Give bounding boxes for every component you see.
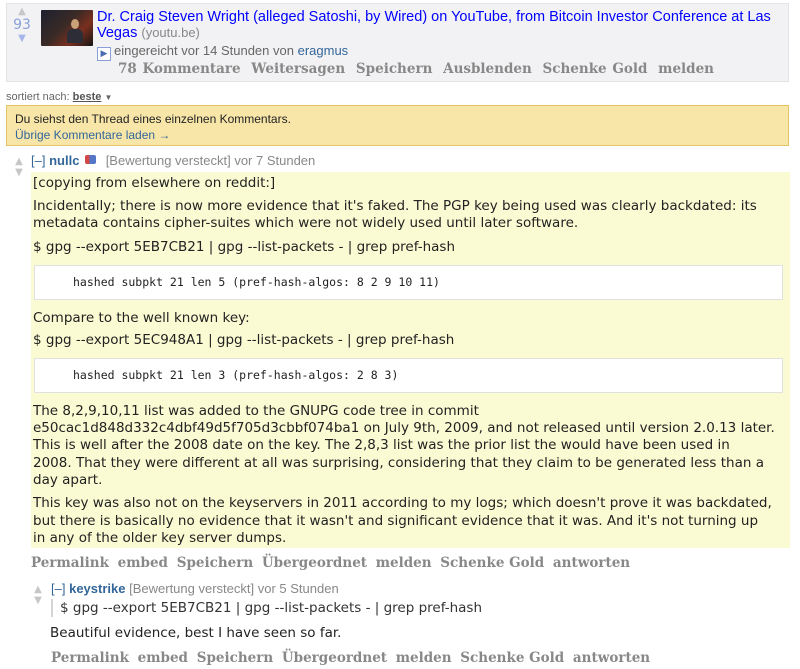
- code-block: hashed subpkt 21 len 5 (pref-hash-algos:…: [34, 265, 783, 300]
- reply-button[interactable]: antworten: [573, 650, 650, 666]
- upvote-arrow-icon[interactable]: ▲: [32, 584, 44, 595]
- comment-paragraph: Compare to the well known key:: [33, 310, 250, 326]
- post-score: 93: [13, 17, 31, 33]
- collapse-toggle[interactable]: [–]: [31, 153, 45, 168]
- sort-menu: sortiert nach: beste ▼: [6, 91, 112, 103]
- sort-value-dropdown[interactable]: beste: [73, 91, 102, 103]
- load-all-comments-link[interactable]: Übrige Kommentare laden →: [15, 128, 170, 142]
- comment-paragraph: This key was also not on the keyservers …: [33, 495, 772, 511]
- video-expando-icon[interactable]: ▶: [97, 47, 111, 61]
- parent-button[interactable]: Übergeordnet: [262, 555, 367, 571]
- give-gold-button[interactable]: Schenke Gold: [543, 61, 648, 77]
- comment-paragraph: e50cac1d848d332c4dbf49d5f705d3cbbf074ba1…: [33, 420, 775, 436]
- report-button[interactable]: melden: [658, 61, 714, 77]
- reply-text: Beautiful evidence, best I have seen so …: [50, 625, 342, 641]
- save-button[interactable]: Speichern: [177, 555, 253, 571]
- comment-tagline: [–] nullc [Bewertung versteckt] vor 7 St…: [31, 153, 315, 168]
- post-button-bar: 78 Kommentare Weitersagen Speichern Ausb…: [118, 61, 719, 77]
- comment-paragraph: metadata contains cipher-suites which we…: [33, 215, 579, 231]
- save-button[interactable]: Speichern: [356, 61, 432, 77]
- comment-score-hidden: [Bewertung versteckt]: [105, 153, 231, 168]
- save-button[interactable]: Speichern: [197, 650, 273, 666]
- reply-quote: $ gpg --export 5EB7CB21 | gpg --list-pac…: [51, 599, 482, 617]
- post-title-block: Dr. Craig Steven Wright (alleged Satoshi…: [97, 9, 785, 41]
- comment-time: vor 7 Stunden: [234, 153, 316, 168]
- reply-tagline: [–] keystrike [Bewertung versteckt] vor …: [51, 581, 339, 596]
- share-button[interactable]: Weitersagen: [251, 61, 345, 77]
- parent-button[interactable]: Übergeordnet: [282, 650, 387, 666]
- comment-paragraph: 2008. That they were different at all wa…: [33, 455, 765, 471]
- comment-paragraph: This is well after the 2008 date on the …: [33, 437, 730, 453]
- comments-button[interactable]: 78 Kommentare: [118, 61, 241, 77]
- hide-button[interactable]: Ausblenden: [443, 61, 532, 77]
- downvote-arrow-icon[interactable]: ▼: [11, 34, 33, 44]
- downvote-arrow-icon[interactable]: ▼: [13, 167, 25, 178]
- report-button[interactable]: melden: [376, 555, 432, 571]
- permalink-button[interactable]: Permalink: [51, 650, 129, 666]
- post-tagline: eingereicht vor 14 Stunden von eragmus: [114, 43, 348, 58]
- comment-vote-box: ▲ ▼: [13, 156, 25, 178]
- comment-paragraph: in any of the older key server dumps.: [33, 530, 287, 546]
- comment-paragraph: but there is basically no evidence that …: [33, 513, 759, 529]
- reply-author-link[interactable]: keystrike: [69, 581, 125, 596]
- comment-paragraph: The 8,2,9,10,11 list was added to the GN…: [33, 403, 479, 419]
- embed-button[interactable]: embed: [138, 650, 188, 666]
- post-domain[interactable]: (youtu.be): [141, 25, 200, 40]
- flair-icon: [85, 155, 97, 164]
- give-gold-button[interactable]: Schenke Gold: [460, 650, 564, 666]
- post-thumbnail[interactable]: [41, 10, 93, 46]
- permalink-button[interactable]: Permalink: [31, 555, 109, 571]
- comment-author-link[interactable]: nullc: [49, 153, 79, 168]
- reply-vote-box: ▲ ▼: [32, 584, 44, 606]
- report-button[interactable]: melden: [396, 650, 452, 666]
- reply-button-bar: Permalink embed Speichern Übergeordnet m…: [51, 650, 654, 666]
- chevron-down-icon[interactable]: ▼: [104, 93, 112, 102]
- post-author-link[interactable]: eragmus: [298, 43, 349, 58]
- command-line: $ gpg --export 5EB7CB21 | gpg --list-pac…: [33, 239, 456, 255]
- embed-button[interactable]: embed: [118, 555, 168, 571]
- comment-paragraph: [copying from elsewhere on reddit:]: [33, 175, 276, 191]
- reply-score-hidden: [Bewertung versteckt]: [129, 581, 255, 596]
- code-block: hashed subpkt 21 len 3 (pref-hash-algos:…: [34, 358, 783, 393]
- comment-paragraph: day apart.: [33, 472, 103, 488]
- link-entry: ▲ 93 ▼ Dr. Craig Steven Wright (alleged …: [6, 3, 789, 82]
- reply-time: vor 5 Stunden: [257, 581, 339, 596]
- post-vote-box: ▲ 93 ▼: [11, 7, 33, 44]
- upvote-arrow-icon[interactable]: ▲: [13, 156, 25, 167]
- comment-paragraph: Incidentally; there is now more evidence…: [33, 198, 757, 214]
- give-gold-button[interactable]: Schenke Gold: [440, 555, 544, 571]
- reply-button[interactable]: antworten: [553, 555, 630, 571]
- command-line: $ gpg --export 5EC948A1 | gpg --list-pac…: [33, 332, 455, 348]
- collapse-toggle[interactable]: [–]: [51, 581, 65, 596]
- upvote-arrow-icon[interactable]: ▲: [11, 7, 33, 17]
- downvote-arrow-icon[interactable]: ▼: [32, 595, 44, 606]
- submitted-text: eingereicht vor 14 Stunden von: [114, 43, 294, 58]
- comment-button-bar: Permalink embed Speichern Übergeordnet m…: [31, 555, 634, 571]
- single-thread-notice: Du siehst den Thread eines einzelnen Kom…: [6, 105, 789, 146]
- notice-message: Du siehst den Thread eines einzelnen Kom…: [15, 112, 291, 126]
- sort-label: sortiert nach:: [6, 91, 70, 103]
